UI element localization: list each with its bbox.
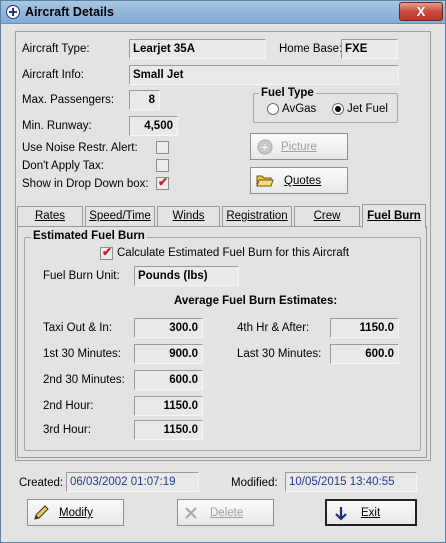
- close-button[interactable]: X: [399, 2, 443, 21]
- min-runway-field[interactable]: 4,500: [129, 116, 178, 136]
- quotes-button-label: Quotes: [284, 175, 322, 187]
- dont-apply-tax-label: Don't Apply Tax:: [22, 160, 104, 172]
- estimated-fuel-burn-title: Estimated Fuel Burn: [31, 230, 147, 242]
- delete-button-label: Delete: [210, 507, 244, 519]
- tab-rates[interactable]: Rates: [17, 206, 83, 227]
- fourth-hour-after-label: 4th Hr & After:: [237, 322, 310, 334]
- second-hour-label: 2nd Hour:: [43, 400, 94, 412]
- modify-button-label: Modify: [59, 507, 93, 519]
- max-passengers-label: Max. Passengers:: [22, 94, 115, 106]
- fuel-burn-unit-label: Fuel Burn Unit:: [43, 270, 120, 282]
- pencil-icon: [34, 505, 49, 520]
- avgas-radio[interactable]: [267, 103, 279, 115]
- created-field: 06/03/2002 01:07:19: [66, 472, 199, 492]
- calc-fuel-burn-label: Calculate Estimated Fuel Burn for this A…: [117, 247, 350, 259]
- folder-open-icon: [256, 175, 274, 187]
- exit-button-label: Exit: [361, 507, 381, 519]
- jet-fuel-label: Jet Fuel: [347, 103, 388, 115]
- home-base-label: Home Base:: [279, 43, 343, 55]
- noise-alert-label: Use Noise Restr. Alert:: [22, 142, 138, 154]
- avgas-label: AvGas: [282, 103, 317, 115]
- taxi-out-in-field[interactable]: 300.0: [134, 318, 203, 338]
- delete-button[interactable]: Delete: [177, 499, 274, 526]
- first-30-min-label: 1st 30 Minutes:: [43, 348, 121, 360]
- picture-button[interactable]: + Picture: [250, 133, 348, 160]
- second-30-min-label: 2nd 30 Minutes:: [43, 374, 125, 386]
- delete-x-icon: [185, 507, 197, 519]
- tab-winds[interactable]: Winds: [157, 206, 220, 227]
- tab-speed-time[interactable]: Speed/Time: [85, 206, 155, 227]
- app-globe-icon: [6, 5, 20, 19]
- svg-text:+: +: [261, 143, 269, 154]
- aircraft-type-label: Aircraft Type:: [22, 43, 90, 55]
- aircraft-info-field[interactable]: Small Jet: [129, 65, 399, 85]
- modified-label: Modified:: [231, 477, 278, 489]
- jet-fuel-radio[interactable]: [332, 103, 344, 115]
- fourth-hour-after-field[interactable]: 1150.0: [330, 318, 399, 338]
- second-hour-field[interactable]: 1150.0: [134, 396, 203, 416]
- exit-arrow-icon: [335, 507, 347, 521]
- home-base-field[interactable]: FXE: [341, 39, 398, 59]
- max-passengers-field[interactable]: 8: [129, 90, 160, 110]
- show-dropdown-label: Show in Drop Down box:: [22, 178, 149, 190]
- aircraft-details-window: Aircraft Details X Aircraft Type: Learje…: [0, 0, 446, 543]
- camera-icon: +: [257, 139, 273, 155]
- calc-fuel-burn-checkbox[interactable]: [100, 245, 113, 260]
- dont-apply-tax-checkbox[interactable]: [156, 159, 169, 172]
- last-30-min-label: Last 30 Minutes:: [237, 348, 322, 360]
- window-title: Aircraft Details: [25, 5, 114, 19]
- tab-fuel-burn[interactable]: Fuel Burn: [362, 204, 426, 228]
- last-30-min-field[interactable]: 600.0: [330, 344, 399, 364]
- aircraft-info-label: Aircraft Info:: [22, 69, 84, 81]
- avg-fuel-burn-heading: Average Fuel Burn Estimates:: [174, 295, 338, 307]
- modify-button[interactable]: Modify: [27, 499, 124, 526]
- fuel-type-title: Fuel Type: [259, 87, 316, 99]
- second-30-min-field[interactable]: 600.0: [134, 370, 203, 390]
- modified-field: 10/05/2015 13:40:55: [285, 472, 417, 492]
- third-hour-field[interactable]: 1150.0: [134, 420, 203, 440]
- tab-registration[interactable]: Registration: [222, 206, 292, 227]
- first-30-min-field[interactable]: 900.0: [134, 344, 203, 364]
- exit-button[interactable]: Exit: [325, 499, 417, 526]
- third-hour-label: 3rd Hour:: [43, 424, 91, 436]
- taxi-out-in-label: Taxi Out & In:: [43, 322, 113, 334]
- picture-button-label: Picture: [281, 141, 317, 153]
- tab-crew[interactable]: Crew: [294, 206, 360, 227]
- fuel-burn-unit-field[interactable]: Pounds (lbs): [134, 266, 239, 286]
- min-runway-label: Min. Runway:: [22, 120, 92, 132]
- show-dropdown-checkbox[interactable]: [156, 175, 169, 190]
- created-label: Created:: [19, 477, 64, 489]
- noise-alert-checkbox[interactable]: [156, 141, 169, 154]
- aircraft-type-field[interactable]: Learjet 35A: [129, 39, 266, 59]
- title-bar: Aircraft Details X: [1, 1, 445, 24]
- quotes-button[interactable]: Quotes: [250, 167, 348, 194]
